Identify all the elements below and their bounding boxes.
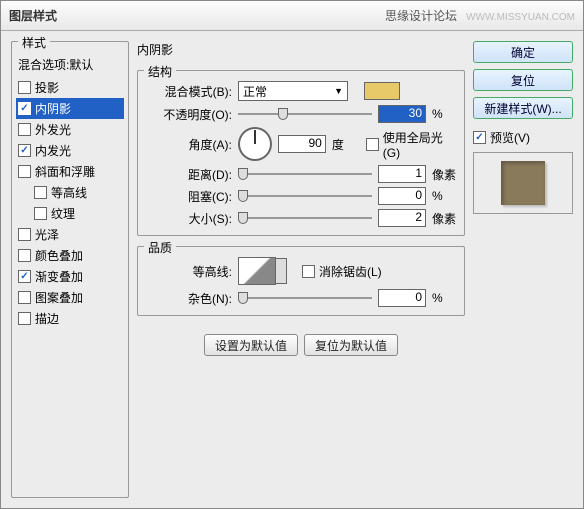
reset-default-button[interactable]: 复位为默认值	[304, 334, 398, 356]
opacity-slider[interactable]	[238, 107, 372, 121]
ok-button[interactable]: 确定	[473, 41, 573, 63]
cancel-button[interactable]: 复位	[473, 69, 573, 91]
style-item-6[interactable]: 纹理	[16, 203, 124, 224]
style-item-9[interactable]: 渐变叠加	[16, 266, 124, 287]
style-item-11[interactable]: 描边	[16, 308, 124, 329]
style-item-label: 外发光	[35, 121, 71, 138]
chevron-down-icon: ▼	[334, 86, 343, 96]
style-item-label: 光泽	[35, 226, 59, 243]
global-light-checkbox[interactable]: 使用全局光(G)	[366, 129, 460, 160]
distance-input[interactable]: 1	[378, 165, 426, 183]
noise-input[interactable]: 0	[378, 289, 426, 307]
angle-input[interactable]: 90	[278, 135, 326, 153]
style-item-label: 投影	[35, 79, 59, 96]
opacity-input[interactable]: 30	[378, 105, 426, 123]
checkbox-icon[interactable]	[18, 123, 31, 136]
dialog-content: 样式 混合选项:默认 投影内阴影外发光内发光斜面和浮雕等高线纹理光泽颜色叠加渐变…	[1, 31, 583, 508]
style-item-label: 颜色叠加	[35, 247, 83, 264]
size-slider[interactable]	[238, 211, 372, 225]
style-item-label: 斜面和浮雕	[35, 163, 95, 180]
checkbox-icon[interactable]	[18, 249, 31, 262]
preview-checkbox[interactable]: 预览(V)	[473, 129, 573, 146]
checkbox-icon[interactable]	[34, 207, 47, 220]
effect-title: 内阴影	[137, 41, 465, 58]
style-item-label: 内阴影	[35, 100, 71, 117]
checkbox-icon	[366, 138, 379, 151]
settings-panel: 内阴影 结构 混合模式(B): 正常 ▼ 不透明度(O): 30 %	[137, 41, 465, 498]
styles-list: 混合选项:默认 投影内阴影外发光内发光斜面和浮雕等高线纹理光泽颜色叠加渐变叠加图…	[16, 52, 124, 329]
style-item-8[interactable]: 颜色叠加	[16, 245, 124, 266]
structure-group-title: 结构	[144, 63, 176, 80]
checkbox-icon[interactable]	[18, 81, 31, 94]
blend-mode-select[interactable]: 正常 ▼	[238, 81, 348, 101]
style-item-2[interactable]: 外发光	[16, 119, 124, 140]
angle-label: 角度(A):	[142, 136, 232, 153]
style-item-label: 纹理	[51, 205, 75, 222]
checkbox-icon[interactable]	[18, 144, 31, 157]
action-panel: 确定 复位 新建样式(W)... 预览(V)	[473, 41, 573, 498]
styles-group-title: 样式	[18, 34, 50, 51]
preview-box	[473, 152, 573, 214]
noise-label: 杂色(N):	[142, 290, 232, 307]
choke-unit: %	[432, 189, 460, 203]
style-item-10[interactable]: 图案叠加	[16, 287, 124, 308]
style-item-label: 渐变叠加	[35, 268, 83, 285]
checkbox-icon	[302, 265, 315, 278]
distance-slider[interactable]	[238, 167, 372, 181]
angle-dial[interactable]	[238, 127, 272, 161]
style-item-1[interactable]: 内阴影	[16, 98, 124, 119]
angle-unit: 度	[332, 136, 360, 153]
size-input[interactable]: 2	[378, 209, 426, 227]
size-label: 大小(S):	[142, 210, 232, 227]
titlebar-branding: 思缘设计论坛 WWW.MISSYUAN.COM	[385, 7, 575, 24]
checkbox-icon[interactable]	[18, 165, 31, 178]
contour-label: 等高线:	[142, 263, 232, 280]
style-item-label: 内发光	[35, 142, 71, 159]
structure-group: 结构 混合模式(B): 正常 ▼ 不透明度(O): 30 % 角度(	[137, 70, 465, 236]
preview-swatch	[501, 161, 545, 205]
choke-slider[interactable]	[238, 189, 372, 203]
checkbox-icon[interactable]	[18, 312, 31, 325]
size-unit: 像素	[432, 210, 460, 227]
checkbox-icon[interactable]	[18, 102, 31, 115]
style-item-5[interactable]: 等高线	[16, 182, 124, 203]
style-item-3[interactable]: 内发光	[16, 140, 124, 161]
style-item-label: 描边	[35, 310, 59, 327]
new-style-button[interactable]: 新建样式(W)...	[473, 97, 573, 119]
quality-group: 品质 等高线: 消除锯齿(L) 杂色(N): 0 %	[137, 246, 465, 316]
checkbox-icon[interactable]	[18, 291, 31, 304]
choke-input[interactable]: 0	[378, 187, 426, 205]
style-item-label: 图案叠加	[35, 289, 83, 306]
noise-slider[interactable]	[238, 291, 372, 305]
checkbox-icon[interactable]	[18, 228, 31, 241]
styles-group: 样式 混合选项:默认 投影内阴影外发光内发光斜面和浮雕等高线纹理光泽颜色叠加渐变…	[11, 41, 129, 498]
default-buttons-row: 设置为默认值 复位为默认值	[137, 334, 465, 356]
shadow-color-swatch[interactable]	[364, 82, 400, 100]
opacity-unit: %	[432, 107, 460, 121]
distance-unit: 像素	[432, 166, 460, 183]
blend-mode-label: 混合模式(B):	[142, 83, 232, 100]
blending-options-row[interactable]: 混合选项:默认	[16, 52, 124, 77]
style-item-label: 等高线	[51, 184, 87, 201]
style-item-0[interactable]: 投影	[16, 77, 124, 98]
window-title: 图层样式	[9, 7, 57, 24]
set-default-button[interactable]: 设置为默认值	[204, 334, 298, 356]
style-item-4[interactable]: 斜面和浮雕	[16, 161, 124, 182]
titlebar: 图层样式 思缘设计论坛 WWW.MISSYUAN.COM	[1, 1, 583, 31]
opacity-label: 不透明度(O):	[142, 106, 232, 123]
checkbox-icon[interactable]	[34, 186, 47, 199]
antialias-checkbox[interactable]: 消除锯齿(L)	[302, 263, 382, 280]
checkbox-icon	[473, 131, 486, 144]
styles-panel: 样式 混合选项:默认 投影内阴影外发光内发光斜面和浮雕等高线纹理光泽颜色叠加渐变…	[11, 41, 129, 498]
checkbox-icon[interactable]	[18, 270, 31, 283]
quality-group-title: 品质	[144, 239, 176, 256]
layer-style-dialog: 图层样式 思缘设计论坛 WWW.MISSYUAN.COM 样式 混合选项:默认 …	[0, 0, 584, 509]
choke-label: 阻塞(C):	[142, 188, 232, 205]
style-item-7[interactable]: 光泽	[16, 224, 124, 245]
distance-label: 距离(D):	[142, 166, 232, 183]
noise-unit: %	[432, 291, 460, 305]
contour-picker[interactable]	[238, 257, 276, 285]
